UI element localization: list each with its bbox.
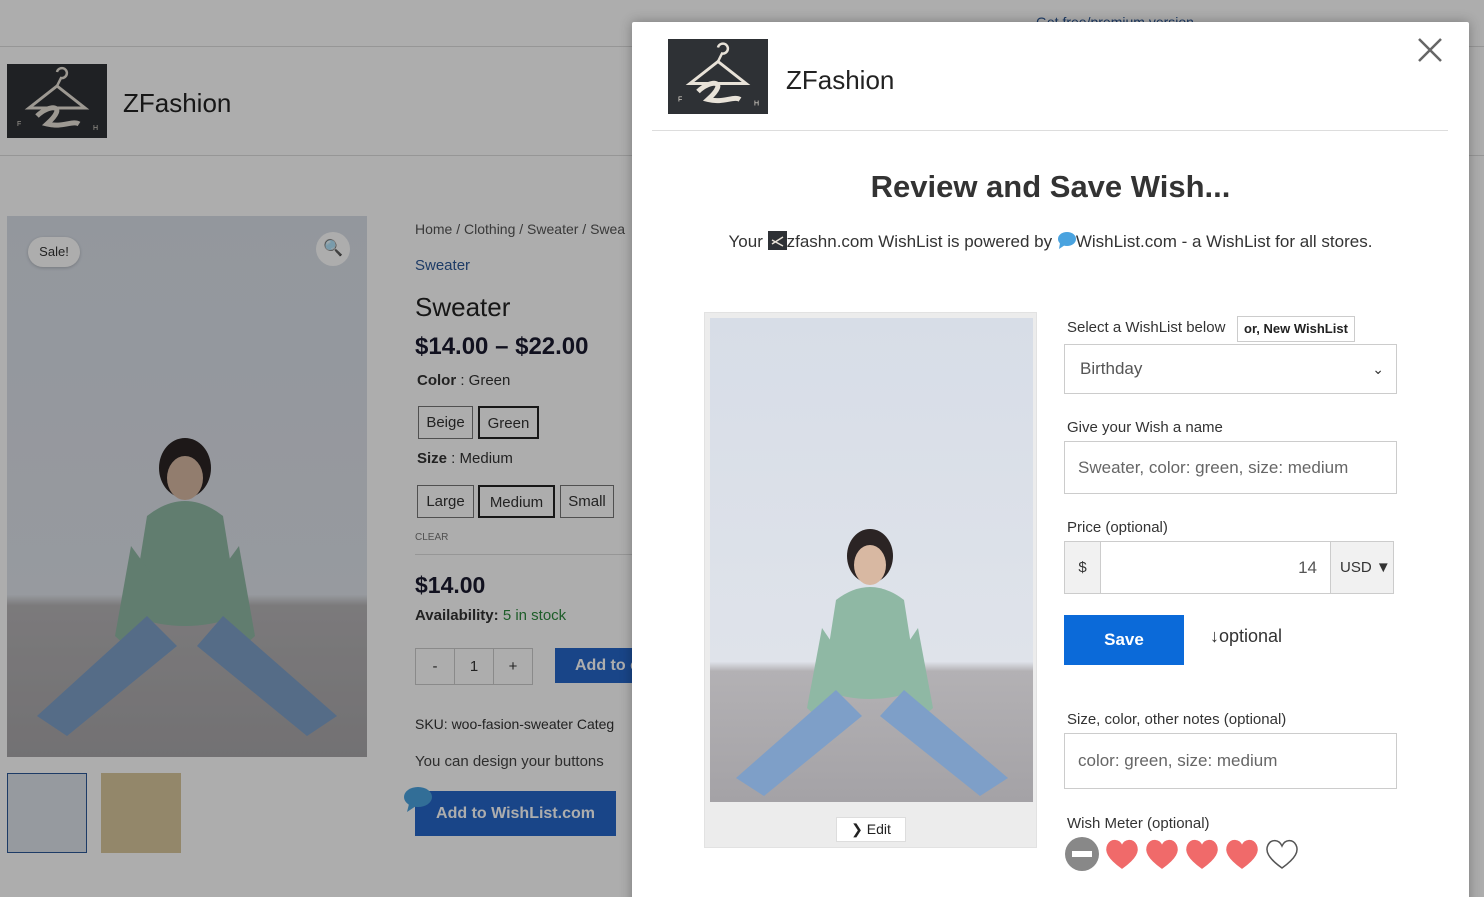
heart-filled-icon[interactable] [1144,836,1180,872]
heart-filled-icon[interactable] [1224,836,1260,872]
wishlist-select[interactable]: Birthday ⌄ [1064,344,1397,394]
meter-clear-icon[interactable] [1064,836,1100,872]
currency-dropdown[interactable]: USD ▼ [1330,541,1394,594]
currency-symbol: $ [1064,541,1101,594]
notes-label: Size, color, other notes (optional) [1067,711,1287,728]
wishlist-bubble-mini-icon [1057,231,1076,250]
edit-image-button[interactable]: ❯ Edit [836,817,906,842]
svg-text:F: F [678,97,682,104]
modal-store-logo: F H [668,39,768,114]
svg-text:H: H [754,101,759,108]
wish-name-input[interactable]: Sweater, color: green, size: medium [1064,441,1397,494]
notes-input[interactable]: color: green, size: medium [1064,733,1397,789]
modal-heading: Review and Save Wish... [870,169,1231,204]
wish-image-frame: ❯ Edit [704,312,1037,848]
heart-filled-icon[interactable] [1184,836,1220,872]
store-mini-logo-icon [767,231,787,250]
modal-store-name: ZFashion [786,65,895,95]
chevron-down-icon: ⌄ [1372,361,1384,377]
caret-down-icon: ▼ [1375,559,1391,576]
select-wishlist-label: Select a WishList below [1067,319,1226,336]
optional-note: ↓optional [1210,626,1283,646]
wishlist-modal: F H ZFashion Review and Save Wish... You… [632,22,1469,897]
chevron-down-icon: ❯ [851,821,863,837]
close-icon[interactable] [1414,34,1446,66]
new-wishlist-button[interactable]: or, New WishList [1237,316,1355,342]
wish-name-label: Give your Wish a name [1067,419,1223,436]
arrow-down-icon: ↓ [1210,626,1219,646]
price-label: Price (optional) [1067,519,1168,536]
powered-by-text: Your zfashn.com WishList is powered by W… [728,231,1373,251]
wish-product-image [710,318,1033,802]
price-input-group: $ 14 USD ▼ [1064,541,1394,594]
price-input[interactable]: 14 [1100,541,1331,594]
wish-meter-label: Wish Meter (optional) [1067,815,1210,832]
save-button[interactable]: Save [1064,615,1184,665]
heart-empty-icon[interactable] [1264,836,1300,872]
modal-divider [652,130,1448,131]
heart-filled-icon[interactable] [1104,836,1140,872]
